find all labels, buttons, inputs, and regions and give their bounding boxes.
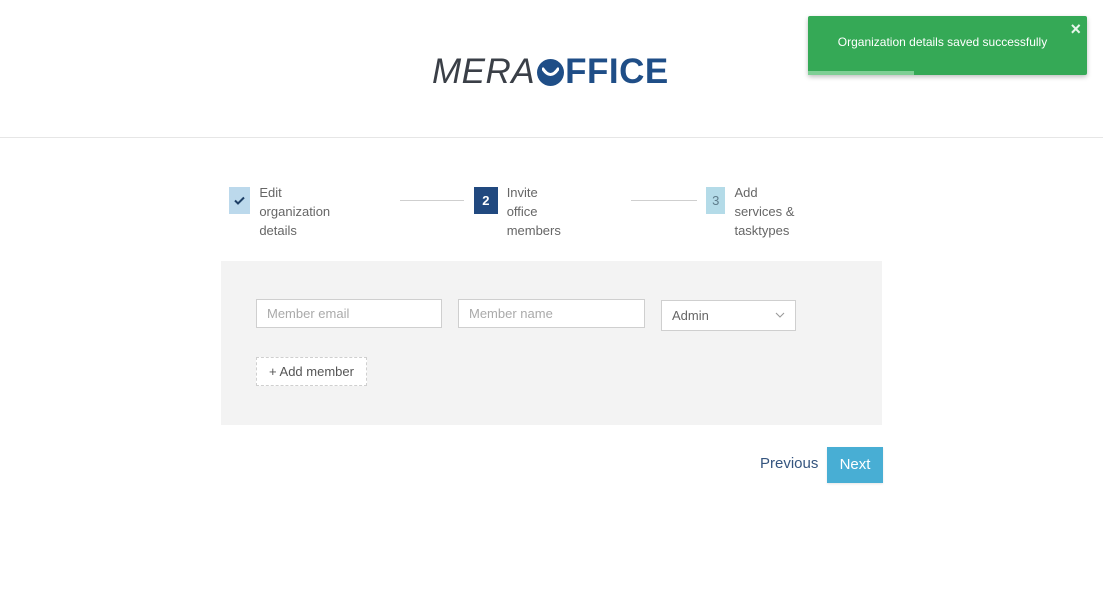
step-connector-1 [400,200,464,201]
step-2-line2: members [506,223,561,238]
step-3-badge: 3 [706,187,726,214]
invite-members-panel: Admin + Add member [221,261,882,425]
step-connector-2 [631,200,697,201]
meraoffice-logo: MERA FFICE [432,52,669,92]
member-name-input[interactable] [458,299,645,328]
check-icon [234,196,245,205]
step-1-label: Edit organization details [259,183,336,240]
step-1-line1: Edit organization [259,185,331,219]
success-toast: Organization details saved successfully … [808,16,1087,75]
step-3-label: Add services & tasktypes [734,183,796,240]
logo-mark-icon [537,58,565,86]
previous-button[interactable]: Previous [760,455,818,472]
step-3-line2: tasktypes [734,223,790,238]
step-1-line2: details [259,223,297,238]
step-2-label: Invite office members [507,183,565,240]
step-2-badge: 2 [474,187,498,214]
member-email-input[interactable] [256,299,442,328]
step-add-services: 3 Add services & tasktypes [706,183,797,240]
member-role-select[interactable]: Admin [661,300,796,331]
next-button[interactable]: Next [827,447,883,483]
logo-text-office: FFICE [535,52,669,92]
step-1-badge [229,187,251,214]
toast-close-icon[interactable]: × [1070,20,1081,38]
toast-progress-bar [808,71,915,75]
add-member-button[interactable]: + Add member [256,357,367,386]
step-edit-organization: Edit organization details [229,183,336,240]
logo-text-office-rest: FFICE [565,52,669,91]
chevron-down-icon [775,301,785,341]
member-role-value: Admin [672,308,709,323]
toast-message: Organization details saved successfully [837,35,1048,49]
step-3-line1: Add services & [734,185,795,219]
logo-text-mera: MERA [432,52,536,91]
step-invite-members: 2 Invite office members [474,183,564,240]
step-2-line1: Invite office [506,185,538,219]
